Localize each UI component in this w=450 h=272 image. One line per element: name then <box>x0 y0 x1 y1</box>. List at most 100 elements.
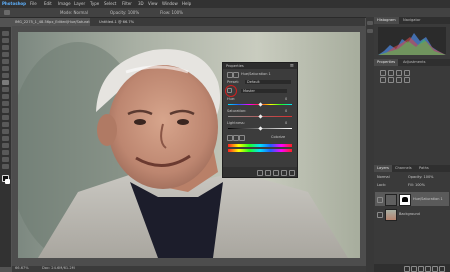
hue-slider-thumb[interactable] <box>258 102 263 107</box>
saturation-slider[interactable] <box>228 114 292 119</box>
healing-icon[interactable] <box>2 73 9 78</box>
document-photo[interactable] <box>18 32 360 258</box>
brightness-icon[interactable] <box>380 70 386 76</box>
tab-layers[interactable]: Layers <box>374 165 392 172</box>
panel-titlebar[interactable]: Properties ≡ <box>223 63 297 69</box>
brush-icon[interactable] <box>2 80 9 85</box>
curves-icon[interactable] <box>396 70 402 76</box>
blend-mode-dropdown[interactable]: Normal <box>377 175 390 179</box>
background-thumb <box>385 209 397 221</box>
marquee-icon[interactable] <box>2 38 9 43</box>
background-color-icon[interactable] <box>5 179 10 184</box>
add-mask-icon[interactable] <box>418 266 424 272</box>
eye-icon[interactable] <box>377 197 383 203</box>
menu-filter[interactable]: Filter <box>122 1 132 6</box>
panel-dock-strip <box>366 17 374 272</box>
link-icon[interactable] <box>404 266 410 272</box>
hue-saturation-icon[interactable] <box>388 77 394 83</box>
panel-menu-icon[interactable]: ≡ <box>290 63 294 69</box>
saturation-label: Saturation: <box>227 109 247 113</box>
exposure-icon[interactable] <box>404 70 410 76</box>
tab-properties[interactable]: Properties <box>374 59 399 66</box>
colorize-label[interactable]: Colorize <box>271 135 285 139</box>
menu-file[interactable]: File <box>30 1 37 6</box>
menu-edit[interactable]: Edit <box>44 1 52 6</box>
mode-dropdown[interactable]: Mode: Normal <box>60 10 88 15</box>
crop-icon[interactable] <box>2 59 9 64</box>
menu-image[interactable]: Image <box>58 1 71 6</box>
hue-value[interactable]: 0 <box>285 97 287 101</box>
color-balance-icon[interactable] <box>396 77 402 83</box>
type-icon[interactable] <box>2 136 9 141</box>
actions-panel-icon[interactable] <box>367 29 373 33</box>
black-white-icon[interactable] <box>404 77 410 83</box>
menu-select[interactable]: Select <box>104 1 116 6</box>
zoom-icon[interactable] <box>2 164 9 169</box>
hand-target-icon[interactable] <box>227 88 232 93</box>
hue-slider[interactable] <box>228 102 292 107</box>
tab-document-active[interactable]: IMG_2275_1_48.56px_Edited(Hue/Saturation… <box>12 18 90 26</box>
eyedropper-icon[interactable] <box>2 66 9 71</box>
new-layer-icon[interactable] <box>432 266 438 272</box>
layer-row-adjustment[interactable]: Hue/Saturation 1 <box>375 192 449 206</box>
menu-layer[interactable]: Layer <box>74 1 85 6</box>
tab-adjustments[interactable]: Adjustments <box>400 59 429 66</box>
blur-icon[interactable] <box>2 115 9 120</box>
layer-opacity-field[interactable]: Opacity: 100% <box>408 175 434 179</box>
saturation-value[interactable]: 0 <box>285 109 287 113</box>
dodge-icon[interactable] <box>2 122 9 127</box>
tab-navigator[interactable]: Navigator <box>400 17 424 24</box>
reset-icon[interactable] <box>273 170 279 176</box>
history-panel-icon[interactable] <box>367 21 373 25</box>
preset-dropdown[interactable]: Default <box>245 80 291 84</box>
hand-icon[interactable] <box>2 157 9 162</box>
tool-preset-icon[interactable] <box>4 10 10 15</box>
eyedropper-minus-icon[interactable] <box>239 135 245 141</box>
layer-name-background[interactable]: Background <box>399 212 420 216</box>
channel-dropdown[interactable]: Master <box>241 89 287 93</box>
menu-help[interactable]: Help <box>182 1 191 6</box>
quick-select-icon[interactable] <box>2 52 9 57</box>
eye-icon[interactable] <box>281 170 287 176</box>
stamp-icon[interactable] <box>2 87 9 92</box>
panel-footer <box>223 167 297 177</box>
tab-paths[interactable]: Paths <box>416 165 432 172</box>
trash-icon[interactable] <box>439 266 445 272</box>
eraser-icon[interactable] <box>2 101 9 106</box>
trash-icon[interactable] <box>289 170 295 176</box>
histogram-tabs: Histogram Navigator <box>374 17 450 24</box>
pen-icon[interactable] <box>2 129 9 134</box>
mask-icon[interactable] <box>233 72 239 78</box>
fx-icon[interactable] <box>411 266 417 272</box>
layer-row-background[interactable]: Background <box>375 207 449 221</box>
tab-histogram[interactable]: Histogram <box>374 17 399 24</box>
eye-icon[interactable] <box>377 212 383 218</box>
zoom-level[interactable]: 66.67% <box>15 266 29 270</box>
opacity-field[interactable]: Opacity: 100% <box>110 10 139 15</box>
layer-fill-field[interactable]: Fill: 100% <box>408 183 425 187</box>
lightness-value[interactable]: 0 <box>285 121 287 125</box>
vibrance-icon[interactable] <box>380 77 386 83</box>
flow-field[interactable]: Flow: 100% <box>160 10 183 15</box>
menu-view[interactable]: View <box>148 1 158 6</box>
lightness-slider[interactable] <box>228 126 292 131</box>
history-brush-icon[interactable] <box>2 94 9 99</box>
lightness-slider-thumb[interactable] <box>258 126 263 131</box>
clip-icon[interactable] <box>257 170 263 176</box>
path-select-icon[interactable] <box>2 143 9 148</box>
lasso-icon[interactable] <box>2 45 9 50</box>
saturation-slider-thumb[interactable] <box>258 114 263 119</box>
view-previous-icon[interactable] <box>265 170 271 176</box>
tab-document-second[interactable]: Untitled-1 @ 66.7% <box>96 18 144 26</box>
menu-window[interactable]: Window <box>162 1 178 6</box>
shape-icon[interactable] <box>2 150 9 155</box>
gradient-icon[interactable] <box>2 108 9 113</box>
levels-icon[interactable] <box>388 70 394 76</box>
menu-type[interactable]: Type <box>90 1 99 6</box>
layer-name-adjustment[interactable]: Hue/Saturation 1 <box>413 197 447 201</box>
layer-mask-thumb[interactable] <box>399 194 411 206</box>
new-adjustment-icon[interactable] <box>425 266 431 272</box>
tab-channels[interactable]: Channels <box>392 165 415 172</box>
move-icon[interactable] <box>2 31 9 36</box>
menu-3d[interactable]: 3D <box>138 1 144 6</box>
